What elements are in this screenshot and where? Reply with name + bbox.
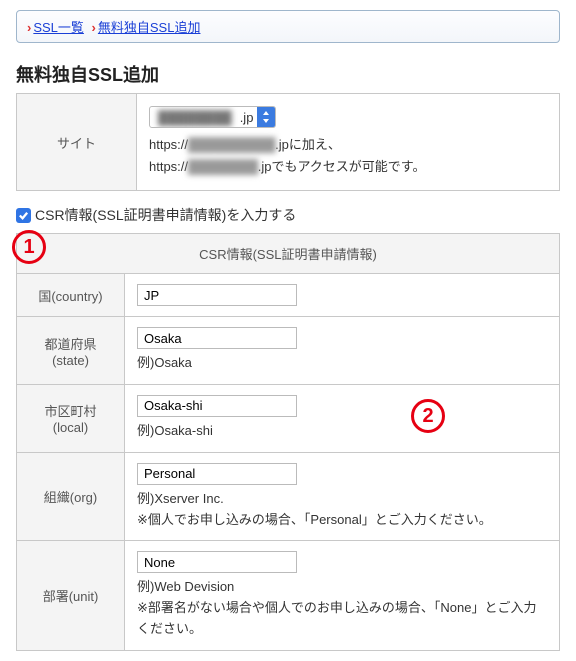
local-hint: 例)Osaka-shi (137, 421, 547, 442)
caret-icon: › (92, 20, 96, 35)
local-cell: 例)Osaka-shi (125, 384, 560, 452)
annotation-circle-2: 2 (411, 399, 445, 433)
unit-cell: 例)Web Devision ※部署名がない場合や個人でのお申し込みの場合、「N… (125, 541, 560, 650)
chevron-updown-icon (257, 106, 275, 128)
state-input[interactable] (137, 327, 297, 349)
country-label: 国(country) (17, 274, 125, 317)
unit-hint: 例)Web Devision ※部署名がない場合や個人でのお申し込みの場合、「N… (137, 577, 547, 639)
country-cell (125, 274, 560, 317)
org-input[interactable] (137, 463, 297, 485)
local-label: 市区町村 (local) (17, 384, 125, 452)
csr-section-header: CSR情報(SSL証明書申請情報) (17, 234, 560, 274)
country-input[interactable] (137, 284, 297, 306)
unit-label: 部署(unit) (17, 541, 125, 650)
csr-checkbox-label: CSR情報(SSL証明書申請情報)を入力する (35, 205, 296, 225)
local-input[interactable] (137, 395, 297, 417)
unit-input[interactable] (137, 551, 297, 573)
state-label: 都道府県 (state) (17, 317, 125, 385)
org-hint: 例)Xserver Inc. ※個人でお申し込みの場合、「Personal」とご… (137, 489, 547, 531)
site-cell: ████████ .jp https://██████████.jpに加え、 h… (137, 94, 560, 191)
breadcrumb-link-add-ssl[interactable]: 無料独自SSL追加 (98, 20, 201, 35)
csr-checkbox-row: CSR情報(SSL証明書申請情報)を入力する (16, 205, 560, 225)
site-label: サイト (17, 94, 137, 191)
site-table: サイト ████████ .jp https://██████████.jpに加… (16, 93, 560, 191)
csr-checkbox[interactable] (16, 208, 31, 223)
org-label: 組織(org) (17, 452, 125, 541)
domain-select-value: ████████ (150, 110, 240, 125)
caret-icon: › (27, 20, 31, 35)
state-cell: 例)Osaka (125, 317, 560, 385)
page-title: 無料独自SSL追加 (16, 61, 560, 87)
org-cell: 例)Xserver Inc. ※個人でお申し込みの場合、「Personal」とご… (125, 452, 560, 541)
site-description: https://██████████.jpに加え、 https://██████… (149, 134, 547, 178)
state-hint: 例)Osaka (137, 353, 547, 374)
breadcrumb: ›SSL一覧 ›無料独自SSL追加 (16, 10, 560, 43)
csr-table: CSR情報(SSL証明書申請情報) 国(country) 都道府県 (state… (16, 233, 560, 651)
breadcrumb-link-ssl-list[interactable]: SSL一覧 (33, 20, 84, 35)
domain-select[interactable]: ████████ .jp (149, 106, 276, 128)
domain-select-tld: .jp (240, 110, 258, 125)
annotation-circle-1: 1 (12, 230, 46, 264)
